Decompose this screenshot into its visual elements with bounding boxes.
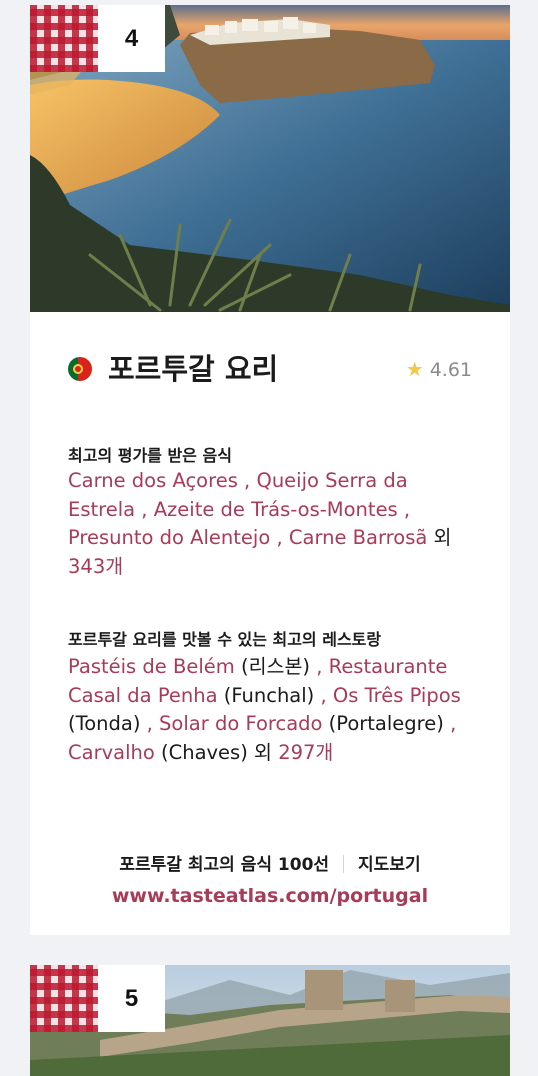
top100-link[interactable]: 포르투갈 최고의 음식 100선 — [119, 855, 329, 875]
restaurant-link[interactable]: Carvalho — [68, 741, 155, 764]
restaurant-place: (Chaves) — [160, 740, 248, 764]
food-link[interactable]: Carne Barrosã — [289, 526, 427, 549]
cuisine-card-portugal: 4 포르투갈 요리 ★ 4.61 최고의 평가를 받은 음식 Carne dos … — [30, 5, 510, 935]
rating: ★ 4.61 — [406, 357, 472, 382]
more-suffix: 외 — [254, 740, 272, 764]
restaurants-list: Pastéis de Belém (리스본) , Restaurante Cas… — [68, 655, 461, 764]
checkered-badge — [30, 5, 98, 72]
card-footer-links: 포르투갈 최고의 음식 100선 지도보기 — [30, 850, 510, 875]
map-link[interactable]: 지도보기 — [358, 855, 421, 875]
website-url-link[interactable]: www.tasteatlas.com/portugal — [30, 885, 510, 907]
food-link[interactable]: Carne dos Açores — [68, 469, 238, 492]
more-restaurants-link[interactable]: 297개 — [278, 741, 333, 764]
rating-value: 4.61 — [429, 359, 472, 381]
hero-image-portugal-coast[interactable]: 4 — [30, 5, 510, 312]
divider — [343, 855, 345, 873]
rank-number: 4 — [98, 5, 165, 72]
star-icon: ★ — [405, 357, 424, 381]
restaurant-link[interactable]: Pastéis de Belém — [68, 655, 235, 678]
more-suffix: 외 — [433, 526, 452, 549]
checkered-badge — [30, 965, 98, 1032]
restaurants-label: 포르투갈 요리를 맛볼 수 있는 최고의 레스토랑 — [68, 630, 382, 649]
portugal-flag-icon — [68, 357, 92, 381]
more-foods-link[interactable]: 343개 — [68, 555, 123, 578]
food-link[interactable]: Presunto do Alentejo — [68, 526, 270, 549]
restaurant-place: (리스본) — [240, 655, 311, 678]
restaurant-place: (Tonda) — [68, 712, 141, 735]
restaurant-link[interactable]: Solar do Forcado — [159, 712, 322, 735]
cuisine-title[interactable]: 포르투갈 요리 — [108, 349, 278, 389]
restaurant-link[interactable]: Os Três Pipos — [333, 684, 461, 707]
best-rated-label: 최고의 평가를 받은 음식 — [68, 446, 232, 465]
cuisine-card-china: 5 — [30, 965, 510, 1076]
restaurant-place: (Funchal) — [223, 683, 315, 707]
title-row: 포르투갈 요리 ★ 4.61 — [68, 349, 472, 389]
restaurant-place: (Portalegre) — [328, 712, 444, 735]
food-link[interactable]: Azeite de Trás-os-Montes — [154, 498, 398, 521]
hero-image-great-wall[interactable]: 5 — [30, 965, 510, 1076]
rank-number: 5 — [98, 965, 165, 1032]
best-rated-foods-list: Carne dos Açores , Queijo Serra da Estre… — [68, 469, 452, 578]
